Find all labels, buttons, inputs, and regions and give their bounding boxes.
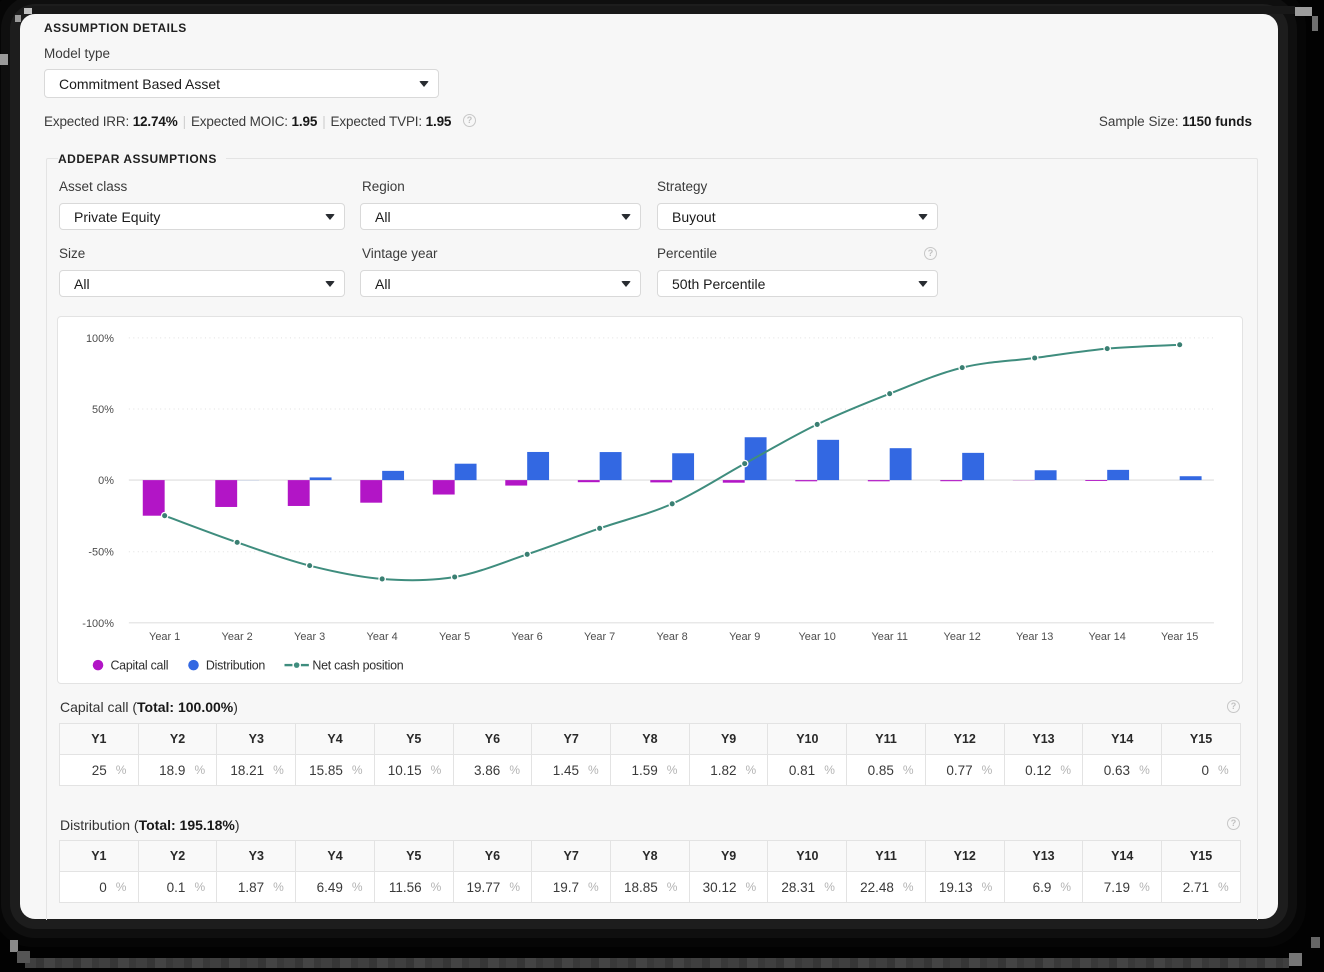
svg-text:Year 5: Year 5 [439, 631, 470, 643]
svg-text:Year 2: Year 2 [222, 631, 253, 643]
svg-text:Year 14: Year 14 [1089, 631, 1126, 643]
svg-text:Year 9: Year 9 [729, 631, 760, 643]
svg-text:100%: 100% [86, 333, 114, 345]
svg-text:Year 8: Year 8 [657, 631, 688, 643]
svg-text:Net cash position: Net cash position [312, 659, 403, 673]
svg-text:0%: 0% [98, 475, 114, 487]
svg-text:Year 1: Year 1 [149, 631, 180, 643]
svg-text:50%: 50% [92, 404, 114, 416]
svg-text:-100%: -100% [82, 618, 114, 630]
svg-text:Year 11: Year 11 [871, 631, 908, 643]
svg-text:Year 10: Year 10 [799, 631, 836, 643]
svg-text:Year 13: Year 13 [1016, 631, 1053, 643]
svg-text:Capital call: Capital call [110, 659, 168, 673]
svg-text:Year 12: Year 12 [944, 631, 981, 643]
svg-text:Year 15: Year 15 [1161, 631, 1198, 643]
svg-text:Year 3: Year 3 [294, 631, 325, 643]
svg-text:-50%: -50% [88, 547, 114, 559]
svg-text:Year 6: Year 6 [512, 631, 543, 643]
svg-text:Year 4: Year 4 [367, 631, 398, 643]
svg-text:Year 7: Year 7 [584, 631, 615, 643]
svg-text:Distribution: Distribution [206, 659, 265, 673]
